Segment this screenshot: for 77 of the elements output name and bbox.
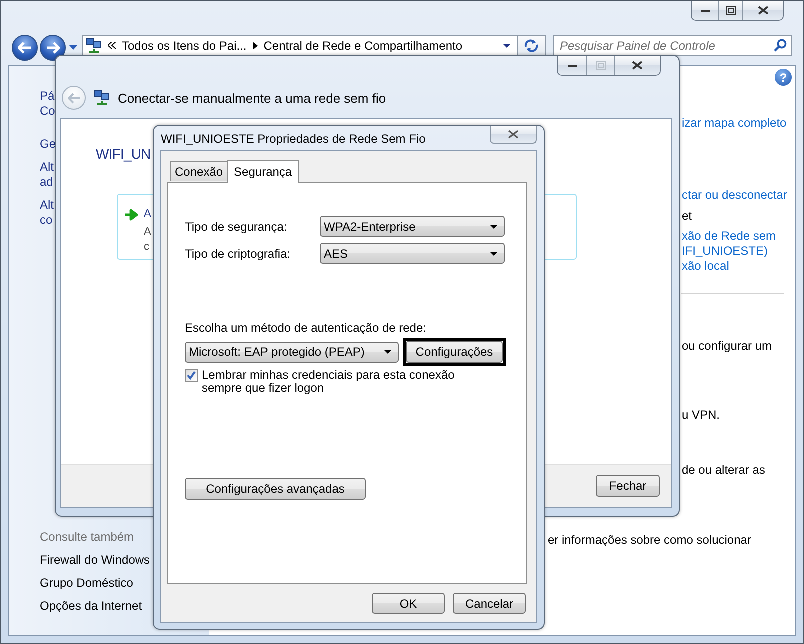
- close-button[interactable]: [490, 126, 537, 144]
- window-title: Conectar-se manualmente a uma rede sem fio: [118, 90, 386, 106]
- close-icon: [632, 61, 643, 70]
- breadcrumb[interactable]: Todos os Itens do Pai...: [122, 38, 247, 52]
- sidebar-link[interactable]: co: [40, 213, 53, 228]
- link[interactable]: xão de Rede sem: [682, 229, 776, 244]
- text: u VPN.: [682, 408, 720, 423]
- address-bar[interactable]: Todos os Itens do Pai... Central de Rede e Compartilhamento: [82, 35, 518, 56]
- arrow-right-icon: [124, 209, 139, 221]
- breadcrumb[interactable]: Central de Rede e Compartilhamento: [264, 38, 463, 52]
- dropdown[interactable]: WPA2-Enterprise: [320, 216, 505, 237]
- minimize-icon: [700, 9, 710, 12]
- search-icon: [774, 39, 787, 52]
- refresh-button[interactable]: [518, 35, 546, 56]
- network-icon: [86, 38, 102, 54]
- maximize-button[interactable]: [718, 1, 742, 20]
- minimize-button[interactable]: [558, 56, 586, 75]
- option-text: c: [144, 240, 150, 255]
- close-icon: [508, 130, 519, 139]
- refresh-icon: [524, 38, 539, 52]
- network-icon: [94, 90, 110, 106]
- close-button[interactable]: [742, 1, 783, 20]
- link[interactable]: xão local: [682, 259, 730, 274]
- arrow-left-icon: [18, 42, 32, 54]
- minimize-icon: [568, 64, 576, 67]
- sidebar-link[interactable]: Grupo Doméstico: [40, 576, 134, 591]
- close-button[interactable]: [614, 56, 660, 75]
- forward-button[interactable]: [40, 35, 66, 61]
- sidebar-link[interactable]: ad: [40, 175, 54, 190]
- maximize-icon: [726, 6, 736, 15]
- caret-icon: [490, 224, 498, 228]
- tab[interactable]: Conexão: [170, 161, 228, 181]
- search-field[interactable]: Pesquisar Painel de Controle: [553, 35, 792, 56]
- network-name: WIFI_UN: [96, 145, 152, 163]
- advanced-settings-button[interactable]: Configurações avançadas: [185, 478, 366, 500]
- caret-icon: [384, 350, 392, 354]
- field-label: Tipo de segurança:: [185, 220, 288, 234]
- minimize-button[interactable]: [692, 1, 718, 20]
- checkbox-label: Lembrar minhas credenciais para esta conexão sempre que fizer logon: [202, 369, 456, 395]
- sidebar-link[interactable]: Co: [40, 104, 56, 119]
- sidebar-link[interactable]: Alt: [40, 160, 54, 175]
- checkbox[interactable]: [185, 369, 198, 382]
- close-button[interactable]: Fechar: [596, 475, 660, 497]
- sidebar-link[interactable]: Pá: [40, 89, 55, 104]
- arrow-right-icon: [46, 42, 60, 54]
- text: er informações sobre como solucionar: [548, 533, 752, 548]
- close-icon: [758, 6, 768, 15]
- arrow-left-icon: [68, 92, 80, 104]
- option-text: A: [144, 225, 152, 240]
- text: de ou alterar as: [682, 463, 766, 478]
- back-button[interactable]: [12, 35, 38, 61]
- dropdown[interactable]: AES: [320, 243, 505, 264]
- text: ou configurar um: [682, 339, 772, 354]
- dropdown[interactable]: Microsoft: EAP protegido (PEAP): [185, 342, 399, 362]
- option-text: A: [144, 207, 152, 222]
- double-chevron-icon: [108, 42, 116, 49]
- window-title: WIFI_UNIOESTE Propriedades de Rede Sem Fio: [161, 132, 426, 146]
- sidebar-link[interactable]: Alt: [40, 198, 54, 213]
- sidebar-link[interactable]: Ge: [40, 137, 56, 152]
- field-label: Tipo de criptografia:: [185, 246, 292, 260]
- link[interactable]: izar mapa completo: [682, 116, 787, 131]
- recent-pages-caret-icon[interactable]: [69, 45, 78, 50]
- text: et: [682, 209, 692, 224]
- breadcrumb-arrow-icon[interactable]: [252, 42, 258, 50]
- cancel-button[interactable]: Cancelar: [453, 593, 526, 614]
- sidebar-link[interactable]: Opções da Internet: [40, 599, 142, 614]
- ok-button[interactable]: OK: [372, 593, 445, 614]
- link[interactable]: IFI_UNIOESTE): [682, 244, 768, 259]
- link[interactable]: ctar ou desconectar: [682, 188, 788, 203]
- field-label: Escolha um método de autenticação de rede:: [185, 321, 428, 335]
- sidebar-link[interactable]: Firewall do Windows: [40, 553, 150, 568]
- caret-icon: [490, 252, 498, 256]
- tab[interactable]: Segurança: [227, 160, 300, 183]
- section-heading: Consulte também: [40, 530, 134, 545]
- settings-button[interactable]: Configurações: [406, 341, 503, 363]
- dropdown-caret-icon: [503, 44, 511, 48]
- maximize-icon: [596, 61, 606, 70]
